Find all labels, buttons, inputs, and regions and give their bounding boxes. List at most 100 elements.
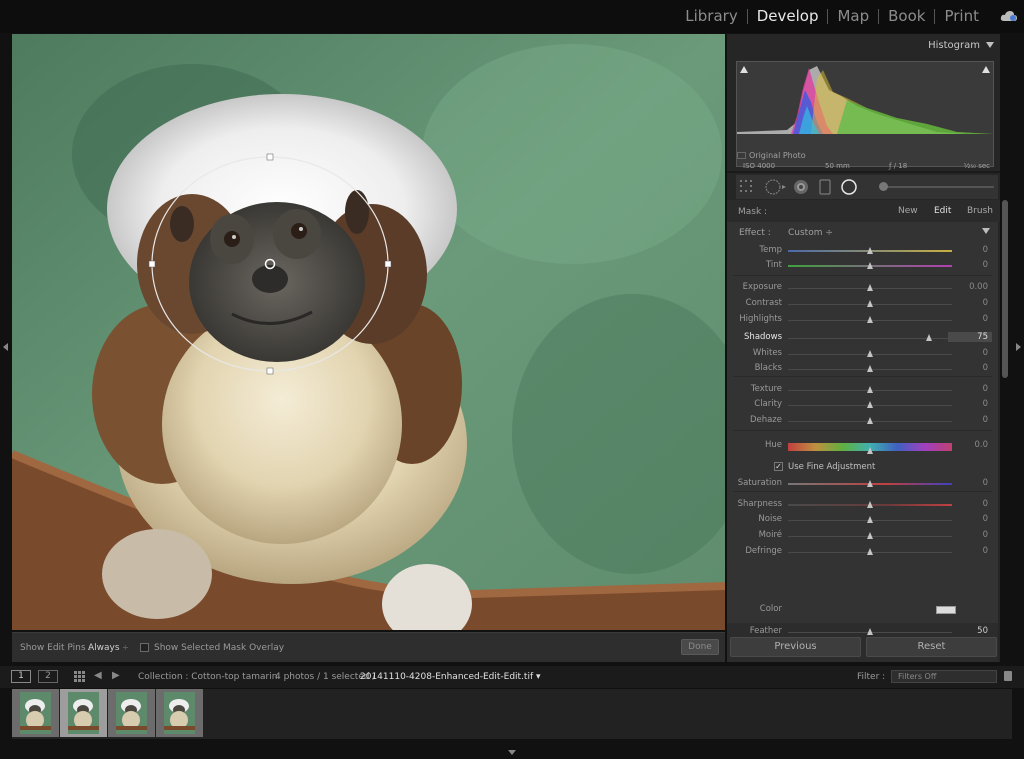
crop-overlay-icon[interactable] xyxy=(739,179,755,195)
whites-slider-knob[interactable] xyxy=(866,350,873,357)
saturation-slider-knob[interactable] xyxy=(866,480,873,487)
secondary-window-1-button[interactable]: 1 xyxy=(11,670,31,683)
previous-button[interactable]: Previous xyxy=(730,637,861,657)
tint-value[interactable]: 0 xyxy=(983,260,988,270)
original-photo-checkbox[interactable] xyxy=(737,152,746,159)
tint-slider-knob[interactable] xyxy=(866,262,873,269)
focal-length-info: 50 mm xyxy=(825,162,850,170)
cloud-sync-icon[interactable] xyxy=(1000,10,1018,22)
hue-value[interactable]: 0.0 xyxy=(974,440,988,450)
photo-canvas[interactable] xyxy=(12,34,725,630)
contrast-slider-knob[interactable] xyxy=(866,300,873,307)
filmstrip-thumbnail[interactable] xyxy=(108,689,155,737)
clarity-value[interactable]: 0 xyxy=(983,399,988,409)
shadows-slider-knob[interactable] xyxy=(925,334,932,341)
right-panel-toggle-icon[interactable] xyxy=(1016,343,1021,351)
feather-slider-knob[interactable] xyxy=(866,628,873,635)
done-button[interactable]: Done xyxy=(681,639,719,655)
filter-label: Filter : xyxy=(857,672,886,682)
thumbnail-image xyxy=(116,692,147,734)
filmstrip-thumbnail[interactable] xyxy=(156,689,203,737)
sharpness-slider-knob[interactable] xyxy=(866,501,873,508)
fine-adjustment-checkbox[interactable]: ✓ xyxy=(774,462,783,471)
filmstrip-toggle-icon[interactable] xyxy=(508,750,516,755)
slider-group-divider xyxy=(733,275,992,276)
collapse-triangle-icon[interactable] xyxy=(986,42,994,48)
edit-pins-caret-icon[interactable]: ÷ xyxy=(122,643,129,652)
dehaze-slider-knob[interactable] xyxy=(866,417,873,424)
defringe-slider-knob[interactable] xyxy=(866,548,873,555)
histogram-header[interactable]: Histogram xyxy=(727,34,1000,56)
grid-view-icon[interactable] xyxy=(74,671,85,682)
module-library[interactable]: Library xyxy=(676,7,746,25)
mask-new-button[interactable]: New xyxy=(898,206,918,216)
moir-value[interactable]: 0 xyxy=(983,530,988,540)
temp-slider-knob[interactable] xyxy=(866,247,873,254)
shadows-value[interactable]: 75 xyxy=(948,332,992,342)
highlight-clipping-icon[interactable] xyxy=(982,66,990,73)
blacks-slider-knob[interactable] xyxy=(866,365,873,372)
texture-slider-knob[interactable] xyxy=(866,386,873,393)
texture-value[interactable]: 0 xyxy=(983,384,988,394)
graduated-filter-icon[interactable] xyxy=(819,179,831,195)
highlights-value[interactable]: 0 xyxy=(983,314,988,324)
defringe-value[interactable]: 0 xyxy=(983,546,988,556)
moir-slider-row: Moiré 0 xyxy=(727,530,998,544)
collection-label[interactable]: Collection : Cotton-top tamarin xyxy=(138,672,277,682)
effect-preset-select[interactable]: Custom ÷ xyxy=(788,228,833,238)
filmstrip xyxy=(12,689,1012,739)
defringe-slider-row: Defringe 0 xyxy=(727,546,998,560)
filter-lock-icon[interactable] xyxy=(1004,671,1012,681)
edit-pins-select[interactable]: Always xyxy=(88,643,120,653)
blacks-value[interactable]: 0 xyxy=(983,363,988,373)
dehaze-value[interactable]: 0 xyxy=(983,415,988,425)
filmstrip-thumbnail[interactable] xyxy=(60,689,107,737)
panel-scrollbar[interactable] xyxy=(1002,200,1008,378)
whites-value[interactable]: 0 xyxy=(983,348,988,358)
forward-arrow-icon[interactable]: ▶ xyxy=(112,670,120,681)
highlights-slider-knob[interactable] xyxy=(866,316,873,323)
thumbnail-image xyxy=(164,692,195,734)
color-swatch[interactable] xyxy=(936,606,956,614)
shadow-clipping-icon[interactable] xyxy=(740,66,748,73)
temp-value[interactable]: 0 xyxy=(983,245,988,255)
current-filename[interactable]: 20141110-4208-Enhanced-Edit-Edit.tif ▾ xyxy=(360,672,541,682)
saturation-label: Saturation xyxy=(737,478,782,488)
contrast-value[interactable]: 0 xyxy=(983,298,988,308)
exposure-value[interactable]: 0.00 xyxy=(969,282,988,292)
hue-slider-knob[interactable] xyxy=(866,447,873,454)
spot-removal-icon[interactable] xyxy=(764,179,788,195)
whites-label: Whites xyxy=(752,348,782,358)
adjustment-brush-slider[interactable] xyxy=(884,186,994,188)
module-book[interactable]: Book xyxy=(879,7,934,25)
left-panel-toggle-icon[interactable] xyxy=(3,343,8,351)
filmstrip-thumbnail[interactable] xyxy=(12,689,59,737)
red-eye-icon[interactable] xyxy=(792,179,810,195)
thumbnail-image xyxy=(20,692,51,734)
blacks-label: Blacks xyxy=(754,363,782,373)
sharpness-value[interactable]: 0 xyxy=(983,499,988,509)
mask-overlay-checkbox[interactable] xyxy=(140,643,149,652)
noise-slider-knob[interactable] xyxy=(866,516,873,523)
clarity-slider-knob[interactable] xyxy=(866,401,873,408)
tamarin-photo xyxy=(12,34,725,630)
module-map[interactable]: Map xyxy=(828,7,878,25)
secondary-window-2-button[interactable]: 2 xyxy=(38,670,58,683)
moir-slider-knob[interactable] xyxy=(866,532,873,539)
adjustment-brush-knob[interactable] xyxy=(879,182,888,191)
mask-brush-button[interactable]: Brush xyxy=(967,206,993,216)
exposure-slider-knob[interactable] xyxy=(866,284,873,291)
mask-edit-button[interactable]: Edit xyxy=(934,206,951,216)
saturation-value[interactable]: 0 xyxy=(983,478,988,488)
image-toolbar: Show Edit Pins : Always ÷ Show Selected … xyxy=(12,632,725,662)
module-develop[interactable]: Develop xyxy=(748,7,828,25)
back-arrow-icon[interactable]: ◀ xyxy=(94,670,102,681)
radial-filter-icon[interactable] xyxy=(840,179,858,195)
filter-select[interactable]: Filters Off xyxy=(891,670,997,683)
tint-label: Tint xyxy=(765,260,782,270)
module-print[interactable]: Print xyxy=(935,7,988,25)
moir-label: Moiré xyxy=(758,530,782,540)
reset-button[interactable]: Reset xyxy=(866,637,997,657)
noise-value[interactable]: 0 xyxy=(983,514,988,524)
effect-collapse-icon[interactable] xyxy=(982,228,990,234)
